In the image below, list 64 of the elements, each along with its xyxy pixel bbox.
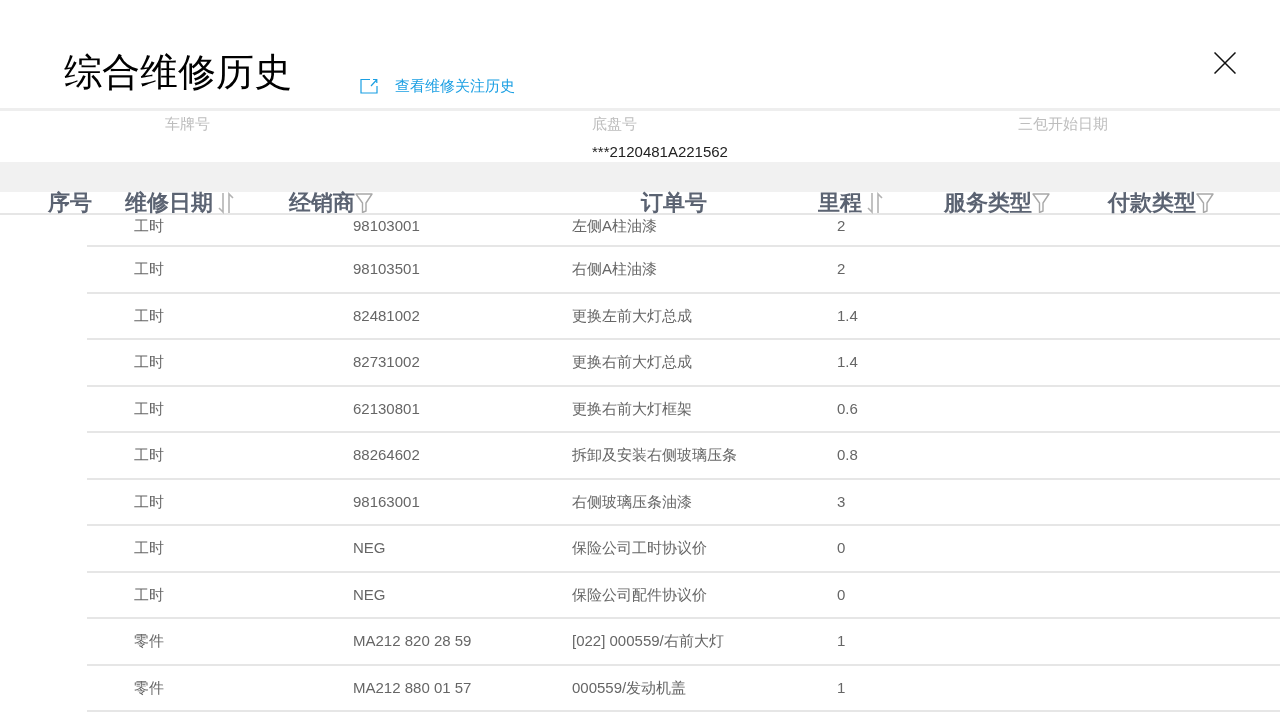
field-label: 底盘号 (592, 114, 637, 134)
table-cell: 0.6 (837, 398, 858, 419)
column-header: 维修日期 (125, 192, 213, 214)
table-cell: MA212 820 28 59 (353, 631, 472, 652)
column-header: 里程 (818, 192, 862, 214)
column-header: 订单号 (641, 192, 707, 214)
table-cell: NEG (353, 584, 386, 605)
table-cell: 工时 (134, 259, 164, 280)
table-cell: 拆卸及安装右侧玻璃压条 (572, 445, 737, 466)
table-cell: 更换左前大灯总成 (572, 305, 692, 326)
table-cell: 2 (837, 259, 846, 280)
table-cell: 零件 (134, 677, 164, 698)
filter-icon[interactable] (1032, 193, 1050, 213)
filter-icon[interactable] (1196, 193, 1214, 213)
table-cell: 保险公司工时协议价 (572, 538, 707, 559)
table-cell: 工时 (134, 398, 164, 419)
table-cell: 98103501 (353, 259, 420, 280)
column-header: 经销商 (289, 192, 355, 214)
table-cell: 零件 (134, 631, 164, 652)
table-cell: 左侧A柱油漆 (572, 216, 657, 236)
dialog-title: 综合维修历史 (64, 50, 292, 94)
table-cell: 更换右前大灯总成 (572, 352, 692, 373)
table-cell: 右侧A柱油漆 (572, 259, 657, 280)
view-history-link[interactable]: 查看维修关注历史 (360, 76, 515, 96)
filter-icon[interactable] (355, 193, 373, 213)
external-link-icon (360, 78, 378, 94)
table-cell: NEG (353, 538, 386, 559)
table-cell: 62130801 (353, 398, 420, 419)
table-cell: 1.4 (837, 305, 858, 326)
column-header: 服务类型 (944, 192, 1032, 214)
field-label: 车牌号 (165, 114, 210, 134)
sort-icon[interactable] (867, 192, 883, 214)
table-cell: 更换右前大灯框架 (572, 398, 692, 419)
table-cell: 工时 (134, 445, 164, 466)
table-cell: 3 (837, 491, 846, 512)
table-cell: 1 (837, 631, 846, 652)
table-cell: [022] 000559/右前大灯 (572, 631, 724, 652)
table-cell: 保险公司配件协议价 (572, 584, 707, 605)
table-cell: 2 (837, 216, 846, 236)
table-cell: 工时 (134, 216, 164, 236)
table-cell: MA212 880 01 57 (353, 677, 472, 698)
field-value: ***2120481A221562 (592, 142, 728, 162)
table-cell: 1 (837, 677, 846, 698)
table-cell: 工时 (134, 352, 164, 373)
table-cell: 工时 (134, 584, 164, 605)
table-cell: 0.8 (837, 445, 858, 466)
table-cell: 工时 (134, 538, 164, 559)
table-cell: 88264602 (353, 445, 420, 466)
close-icon[interactable] (1214, 52, 1236, 74)
table-cell: 82731002 (353, 352, 420, 373)
column-header: 序号 (48, 192, 92, 214)
table-cell: 000559/发动机盖 (572, 677, 687, 698)
table-cell: 98103001 (353, 216, 420, 236)
table-cell: 1.4 (837, 352, 858, 373)
table-cell: 98163001 (353, 491, 420, 512)
table-cell: 82481002 (353, 305, 420, 326)
field-label: 三包开始日期 (1018, 114, 1108, 134)
column-header: 付款类型 (1108, 192, 1196, 214)
sort-icon[interactable] (218, 192, 234, 214)
table-cell: 工时 (134, 305, 164, 326)
table-cell: 工时 (134, 491, 164, 512)
table-cell: 右侧玻璃压条油漆 (572, 491, 692, 512)
table-cell: 0 (837, 584, 846, 605)
table-cell: 0 (837, 538, 846, 559)
